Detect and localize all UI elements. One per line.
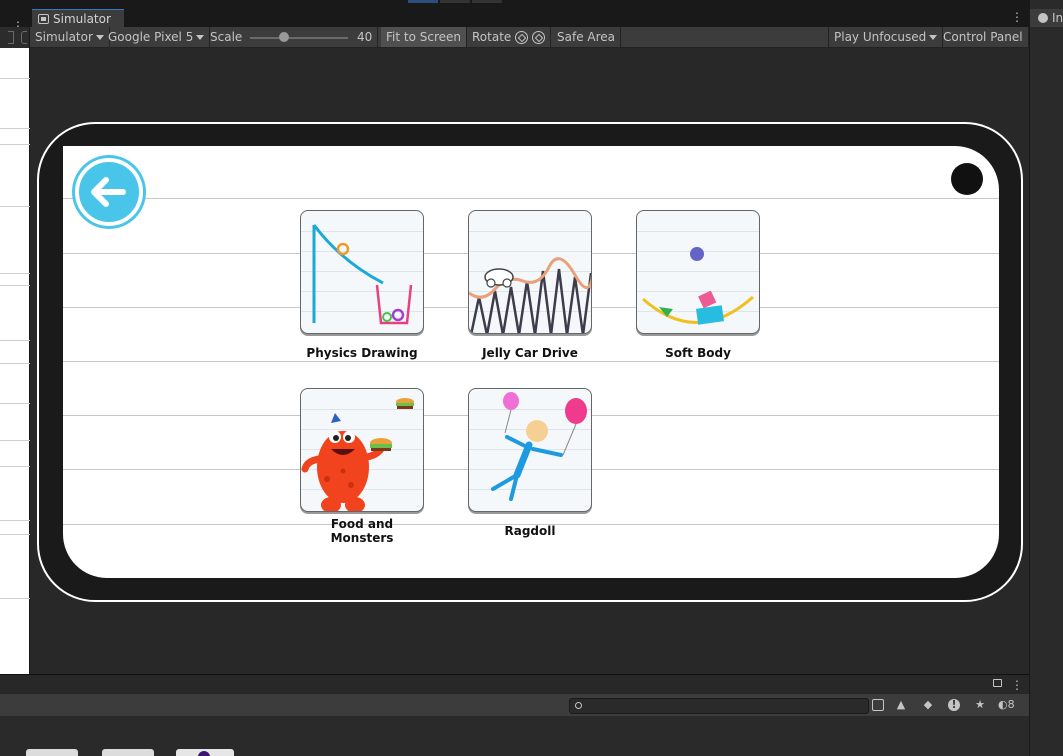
tab-simulator-label: Simulator	[53, 11, 111, 26]
fit-to-screen-label: Fit to Screen	[386, 30, 461, 44]
panel-row-divider	[0, 128, 30, 129]
hidden-packages-toggle[interactable]: ◐8	[998, 699, 1024, 711]
paper-rule	[63, 198, 999, 199]
ragdoll-thumbnail	[491, 392, 587, 501]
eye-slash-icon: ◐	[998, 698, 1008, 711]
search-icon	[575, 702, 582, 709]
play-focus-label: Play Unfocused	[834, 30, 927, 44]
warning-icon[interactable]: !	[948, 699, 960, 711]
chevron-down-icon	[196, 34, 205, 40]
safe-area-toggle[interactable]: Safe Area	[552, 27, 622, 47]
panel-row-divider	[0, 403, 30, 404]
panel-edge-icon	[8, 31, 14, 44]
panel-row-divider	[0, 273, 30, 274]
panel-row-divider	[0, 340, 30, 341]
window-menu-icon[interactable]: ⋮	[1011, 11, 1023, 23]
physics-drawing-thumbnail	[312, 224, 413, 325]
top-strip	[0, 0, 1063, 9]
device-label: Google Pixel 5	[108, 30, 194, 44]
card-label-ragdoll: Ragdoll	[504, 524, 556, 538]
rotate-left-icon[interactable]	[515, 30, 529, 44]
paper-rule	[63, 361, 999, 362]
scale-label-text: Scale	[210, 30, 243, 44]
view-mode-dropdown[interactable]: Simulator	[30, 27, 110, 47]
scale-label: Scale	[205, 27, 247, 47]
game-screen[interactable]: Physics Drawing Jelly Car Drive Soft Bod…	[63, 146, 999, 578]
project-search-input[interactable]	[569, 698, 869, 714]
device-dropdown[interactable]: Google Pixel 5	[103, 27, 211, 47]
project-content-area	[0, 716, 1029, 756]
bottom-panel-header: ⋮	[0, 674, 1029, 694]
rotate-right-icon[interactable]	[532, 30, 546, 44]
left-panel	[0, 48, 30, 674]
back-button[interactable]	[75, 158, 143, 226]
top-tab-indicator	[472, 0, 502, 3]
tab-inspector-label: In	[1052, 11, 1063, 25]
panel-row-divider	[0, 440, 30, 441]
scale-value-text: 40	[357, 30, 373, 44]
device-frame: Physics Drawing Jelly Car Drive Soft Bod…	[37, 122, 1023, 602]
card-physics-drawing[interactable]	[300, 210, 424, 334]
asset-thumbnail[interactable]	[102, 749, 154, 756]
left-panel-toolbar	[0, 27, 30, 48]
card-label-food-and-monsters-text: Food and Monsters	[330, 517, 394, 545]
back-arrow-icon	[91, 177, 126, 207]
food-monsters-thumbnail	[301, 398, 414, 511]
asset-icon	[198, 751, 210, 756]
safe-area-label: Safe Area	[557, 30, 616, 44]
rotate-label: Rotate	[472, 30, 512, 44]
tab-simulator[interactable]: Simulator	[32, 9, 124, 27]
panel-row-divider	[0, 285, 30, 286]
asset-thumbnail[interactable]	[26, 749, 78, 756]
card-ragdoll[interactable]	[468, 388, 592, 512]
top-tab-indicator	[440, 0, 470, 3]
panel-row-divider	[0, 206, 30, 207]
tab-bar: ⋮ Simulator ⋮	[0, 9, 1029, 32]
simulator-icon	[38, 13, 49, 24]
panel-edge-icon	[21, 31, 27, 44]
card-food-and-monsters[interactable]	[300, 388, 424, 512]
card-soft-body[interactable]	[636, 210, 760, 334]
camera-cutout	[951, 163, 983, 195]
chevron-down-icon	[929, 34, 938, 40]
panel-row-divider	[0, 520, 30, 521]
scale-value: 40	[352, 27, 379, 47]
panel-row-divider	[0, 363, 30, 364]
search-by-type-icon[interactable]	[872, 699, 884, 711]
panel-row-divider	[0, 144, 30, 145]
card-label-physics-drawing: Physics Drawing	[306, 346, 418, 360]
card-label-jelly-car-drive: Jelly Car Drive	[482, 346, 578, 360]
card-jelly-car-drive[interactable]	[468, 210, 592, 334]
filter-icon[interactable]: ▲	[895, 699, 907, 711]
control-panel-button[interactable]: Control Panel	[938, 27, 1029, 47]
tab-inspector[interactable]: In	[1030, 9, 1063, 27]
panel-row-divider	[0, 598, 30, 599]
play-focus-dropdown[interactable]: Play Unfocused	[828, 27, 944, 47]
rotate-group: Rotate	[467, 27, 552, 47]
lock-icon[interactable]	[993, 679, 1002, 687]
soft-body-thumbnail	[642, 247, 754, 325]
panel-row-divider	[0, 466, 30, 467]
fit-to-screen-button[interactable]: Fit to Screen	[381, 27, 467, 47]
info-icon	[1038, 13, 1048, 23]
inspector-panel: In	[1029, 0, 1063, 756]
panel-menu-icon[interactable]: ⋮	[1011, 679, 1023, 691]
label-tag-icon[interactable]: ◆	[922, 699, 934, 711]
card-label-food-and-monsters: Food and Monsters	[282, 517, 442, 545]
view-mode-label: Simulator	[35, 30, 93, 44]
panel-row-divider	[0, 78, 30, 79]
control-panel-label: Control Panel	[943, 30, 1023, 44]
simulator-toolbar: Simulator Google Pixel 5 Scale 40 Fit to…	[0, 27, 1029, 48]
jelly-car-thumbnail	[469, 257, 591, 333]
scale-slider-track[interactable]	[250, 37, 348, 39]
card-label-soft-body: Soft Body	[665, 346, 731, 360]
hidden-count: 8	[1007, 698, 1015, 711]
favorite-star-icon[interactable]: ★	[974, 699, 986, 711]
top-tab-indicator	[408, 0, 438, 3]
panel-row-divider	[0, 534, 30, 535]
asset-thumbnail[interactable]	[176, 749, 234, 756]
